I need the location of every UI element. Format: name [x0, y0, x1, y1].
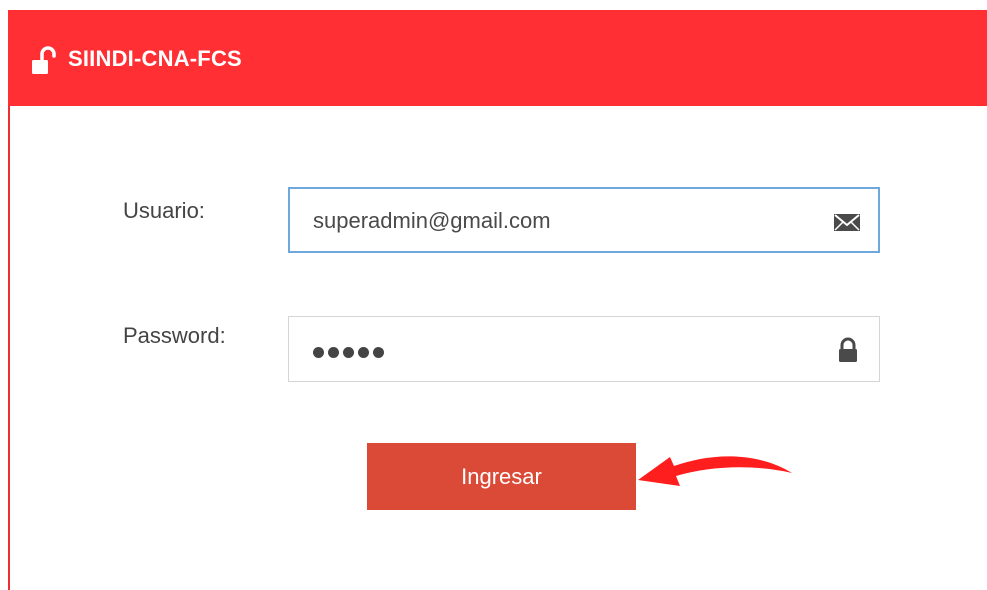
password-masked-value[interactable]	[313, 347, 384, 358]
password-dot	[343, 347, 354, 358]
user-label: Usuario:	[123, 198, 205, 223]
unlock-icon	[32, 46, 56, 74]
password-dot	[358, 347, 369, 358]
user-input-value[interactable]: superadmin@gmail.com	[313, 207, 551, 235]
password-label: Password:	[123, 323, 226, 348]
password-dot	[313, 347, 324, 358]
user-input[interactable]: superadmin@gmail.com	[288, 187, 880, 253]
app-title: SIINDI-CNA-FCS	[68, 46, 242, 71]
password-dot	[328, 347, 339, 358]
envelope-icon	[834, 214, 860, 231]
ingresar-button[interactable]: Ingresar	[367, 443, 636, 510]
password-dot	[373, 347, 384, 358]
red-arrow-icon	[638, 456, 792, 486]
lock-icon	[839, 337, 857, 362]
password-input[interactable]	[288, 316, 880, 382]
login-header: SIINDI-CNA-FCS	[8, 10, 987, 106]
